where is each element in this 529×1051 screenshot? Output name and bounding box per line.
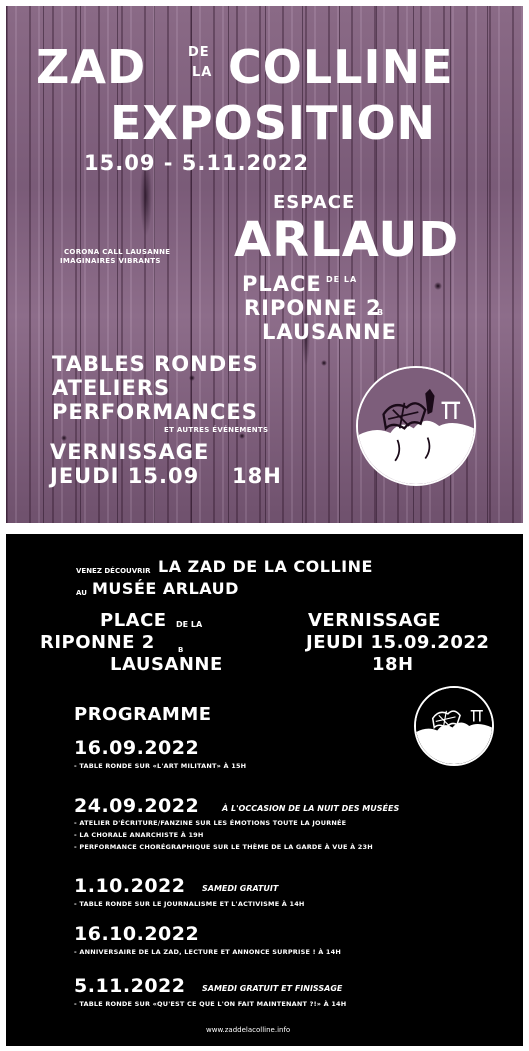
credit-line-2: IMAGINAIRES VIBRANTS	[60, 257, 161, 265]
address-riponne: RIPONNE 2	[244, 296, 382, 320]
event-date: 5.11.2022	[74, 975, 186, 997]
vernissage-time: 18H	[372, 654, 414, 675]
event-item: - ANNIVERSAIRE DE LA ZAD, LECTURE ET ANN…	[74, 948, 342, 956]
event-item: - TABLE RONDE SUR «L'ART MILITANT» À 15H	[74, 762, 247, 770]
address-riponne: RIPONNE 2	[40, 632, 155, 653]
address-lausanne: LAUSANNE	[110, 654, 223, 675]
vernissage-date: JEUDI 15.09.2022	[306, 632, 490, 653]
zad-logo-icon	[356, 366, 476, 486]
activity-performances: PERFORMANCES	[52, 400, 258, 424]
credit-line-1: CORONA CALL LAUSANNE	[64, 248, 171, 256]
programme-heading: PROGRAMME	[74, 704, 212, 725]
title-de: DE	[188, 45, 210, 60]
event-item: - TABLE RONDE SUR LE JOURNALISME ET L'AC…	[74, 900, 305, 908]
event-date: 16.10.2022	[74, 923, 200, 945]
event-note: À L'OCCASION DE LA NUIT DES MUSÉES	[222, 804, 400, 813]
event-note: SAMEDI GRATUIT	[202, 884, 279, 893]
event-item: - LA CHORALE ANARCHISTE À 19H	[74, 831, 204, 839]
address-de-la: DE LA	[176, 620, 203, 629]
address-place: PLACE	[242, 272, 322, 296]
event-date: 24.09.2022	[74, 795, 200, 817]
title-la: LA	[192, 65, 213, 80]
vernissage-label: VERNISSAGE	[308, 610, 441, 631]
bottom-poster: VENEZ DÉCOUVRIR LA ZAD DE LA COLLINE AU …	[6, 534, 523, 1046]
event-date: 1.10.2022	[74, 875, 186, 897]
vernissage-date: JEUDI 15.09	[50, 464, 200, 488]
activity-autres: ET AUTRES ÉVÉNEMENTS	[164, 426, 269, 434]
event-item: - TABLE RONDE SUR «QU'EST CE QUE L'ON FA…	[74, 1000, 347, 1008]
intro-title: LA ZAD DE LA COLLINE	[158, 557, 373, 576]
event-note: SAMEDI GRATUIT ET FINISSAGE	[202, 984, 343, 993]
intro-musee: MUSÉE ARLAUD	[92, 579, 239, 598]
vernissage-time: 18H	[232, 464, 282, 488]
activity-tables-rondes: TABLES RONDES	[52, 352, 259, 376]
address-place: PLACE	[100, 610, 167, 631]
activity-ateliers: ATELIERS	[52, 376, 171, 400]
espace-label: ESPACE	[273, 192, 356, 213]
address-lausanne: LAUSANNE	[262, 320, 397, 344]
zad-logo-icon	[414, 686, 494, 766]
intro-au: AU	[76, 589, 87, 597]
top-poster: ZAD DE LA COLLINE EXPOSITION 15.09 - 5.1…	[6, 6, 523, 523]
website-link[interactable]: www.zaddelacolline.info	[206, 1026, 290, 1034]
event-date: 16.09.2022	[74, 737, 200, 759]
title-exposition: EXPOSITION	[110, 96, 437, 150]
intro-venez: VENEZ DÉCOUVRIR	[76, 567, 151, 575]
address-de-la: DE LA	[326, 275, 358, 284]
event-item: - ATELIER D'ÉCRITURE/FANZINE SUR LES ÉMO…	[74, 819, 347, 827]
event-item: - PERFORMANCE CHORÉGRAPHIQUE SUR LE THÈM…	[74, 843, 373, 851]
address-riponne-b: B	[377, 308, 385, 317]
title-zad: ZAD	[36, 40, 147, 94]
vernissage-label: VERNISSAGE	[50, 440, 210, 464]
title-colline: COLLINE	[228, 40, 454, 94]
address-riponne-b: B	[178, 646, 184, 654]
venue-arlaud: ARLAUD	[234, 212, 460, 268]
exposition-dates: 15.09 - 5.11.2022	[84, 151, 310, 175]
